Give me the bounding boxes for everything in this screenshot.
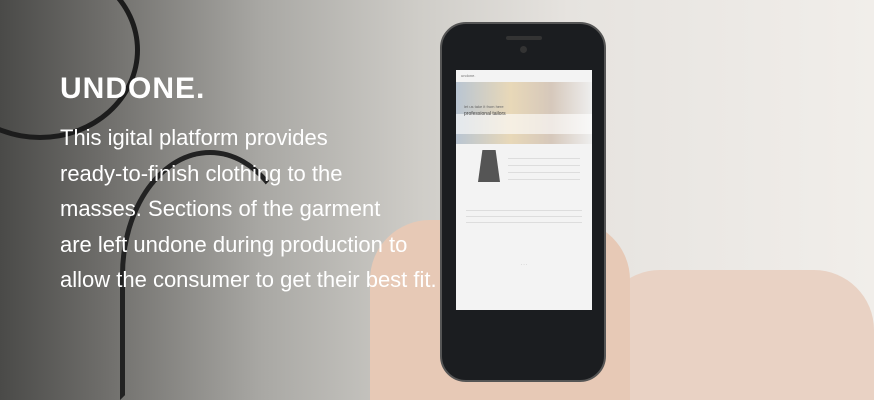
body-line: ready-to-finish clothing to the xyxy=(60,160,343,186)
right-hand xyxy=(600,270,874,400)
headphone-cable xyxy=(0,0,140,140)
headline: UNDONE. xyxy=(60,72,206,105)
speaker xyxy=(506,36,542,40)
screen-hero-line2: professional tailors xyxy=(464,111,506,117)
body-line: are left undone during production to xyxy=(60,231,408,257)
screen-logo: undone. xyxy=(461,73,476,78)
screen-hero-line1: let us take it from here xyxy=(464,104,504,109)
camera xyxy=(520,46,527,53)
body-line: masses. Sections of the garment xyxy=(60,196,381,221)
promo-banner: undone. let us take it from here profess… xyxy=(0,0,874,400)
body-text: This igital platform provides ready-to-f… xyxy=(60,120,540,298)
body-line: This igital platform provides xyxy=(60,125,328,150)
body-line: allow the consumer to get their best fit… xyxy=(60,267,437,292)
